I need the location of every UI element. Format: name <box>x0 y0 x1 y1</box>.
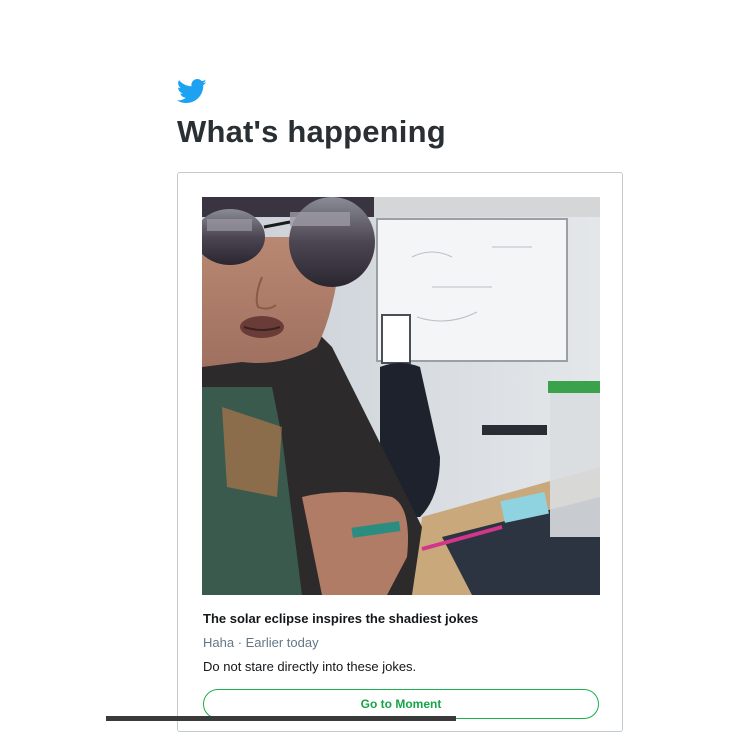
page-title: What's happening <box>177 114 446 149</box>
horizontal-scrollbar[interactable] <box>106 716 456 721</box>
moment-meta: Haha · Earlier today <box>203 635 319 650</box>
moment-photo[interactable] <box>202 197 600 595</box>
moment-headline[interactable]: The solar eclipse inspires the shadiest … <box>203 611 478 626</box>
twitter-bird-icon <box>177 79 207 103</box>
moment-card[interactable]: The solar eclipse inspires the shadiest … <box>177 172 623 732</box>
go-to-moment-button[interactable]: Go to Moment <box>203 689 599 719</box>
moment-description: Do not stare directly into these jokes. <box>203 659 417 674</box>
